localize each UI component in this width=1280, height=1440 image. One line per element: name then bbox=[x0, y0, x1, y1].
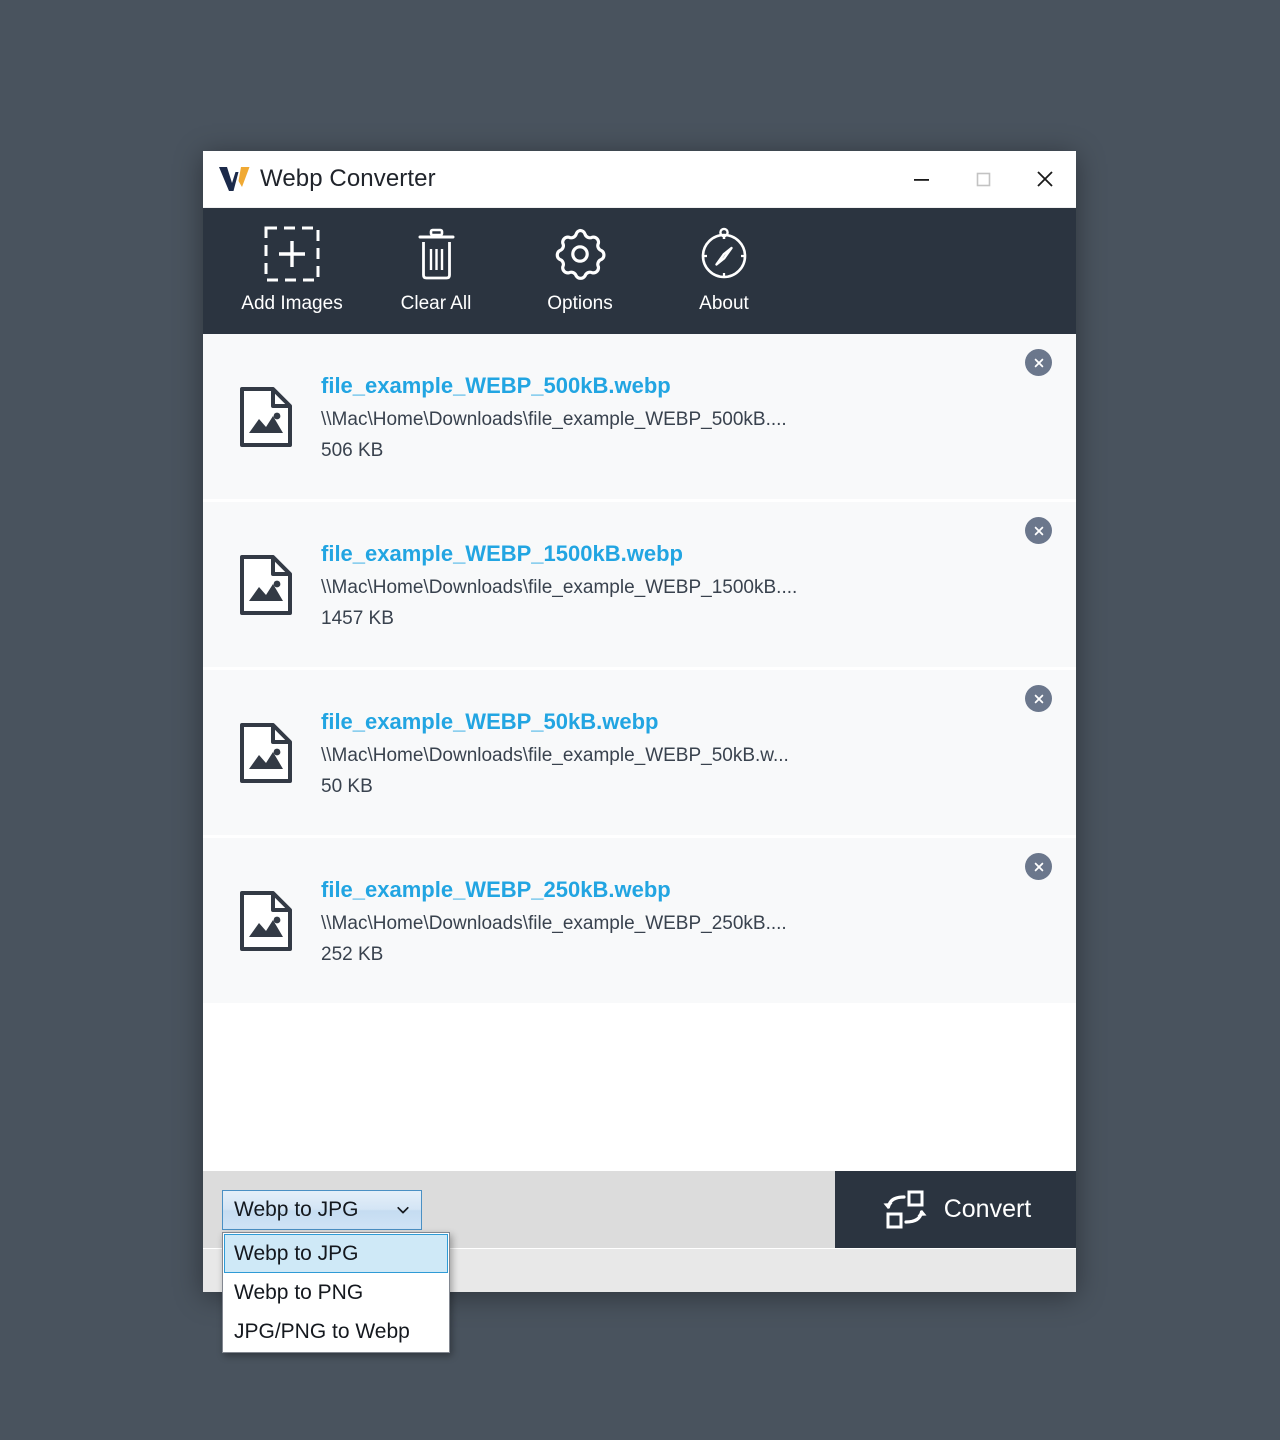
dropdown-option-jpg-png-to-webp[interactable]: JPG/PNG to Webp bbox=[224, 1312, 448, 1351]
add-images-label: Add Images bbox=[241, 293, 343, 314]
remove-file-button[interactable] bbox=[1025, 685, 1052, 712]
maximize-icon bbox=[976, 172, 991, 187]
remove-file-button[interactable] bbox=[1025, 853, 1052, 880]
image-file-icon bbox=[233, 386, 299, 448]
file-name[interactable]: file_example_WEBP_50kB.webp bbox=[321, 707, 1006, 737]
maximize-button[interactable] bbox=[952, 151, 1014, 207]
close-circle-icon bbox=[1034, 526, 1043, 535]
gear-icon bbox=[551, 224, 609, 284]
window-title: Webp Converter bbox=[260, 165, 436, 192]
toolbar: Add Images Clear All Options About bbox=[203, 208, 1076, 334]
webp-converter-logo-icon bbox=[219, 167, 250, 191]
file-path: \\Mac\Home\Downloads\file_example_WEBP_1… bbox=[321, 577, 798, 599]
minimize-button[interactable] bbox=[890, 151, 952, 207]
remove-file-button[interactable] bbox=[1025, 517, 1052, 544]
file-list-item[interactable]: file_example_WEBP_250kB.webp \\Mac\Home\… bbox=[203, 838, 1076, 1006]
file-list-item[interactable]: file_example_WEBP_500kB.webp \\Mac\Home\… bbox=[203, 334, 1076, 502]
remove-file-button[interactable] bbox=[1025, 349, 1052, 376]
about-label: About bbox=[699, 293, 749, 314]
about-button[interactable]: About bbox=[652, 224, 796, 315]
image-file-icon bbox=[233, 722, 299, 784]
image-file-icon bbox=[233, 890, 299, 952]
file-info: file_example_WEBP_500kB.webp \\Mac\Home\… bbox=[321, 371, 1076, 463]
format-select-value: Webp to JPG bbox=[234, 1197, 359, 1221]
close-icon bbox=[1037, 171, 1053, 187]
minimize-icon bbox=[914, 179, 929, 181]
chevron-down-icon bbox=[397, 1206, 409, 1213]
add-images-button[interactable]: Add Images bbox=[220, 224, 364, 315]
file-path: \\Mac\Home\Downloads\file_example_WEBP_5… bbox=[321, 745, 789, 767]
file-size: 1457 KB bbox=[321, 608, 394, 630]
file-path: \\Mac\Home\Downloads\file_example_WEBP_5… bbox=[321, 409, 787, 431]
app-window: Webp Converter Add Images Clear All Opti… bbox=[203, 151, 1076, 1292]
dropdown-option-webp-to-png[interactable]: Webp to PNG bbox=[224, 1273, 448, 1312]
file-name[interactable]: file_example_WEBP_500kB.webp bbox=[321, 371, 1006, 401]
close-button[interactable] bbox=[1014, 151, 1076, 207]
convert-cycle-icon bbox=[883, 1190, 927, 1228]
compass-icon bbox=[695, 224, 753, 284]
file-list-item[interactable]: file_example_WEBP_50kB.webp \\Mac\Home\D… bbox=[203, 670, 1076, 838]
file-name[interactable]: file_example_WEBP_1500kB.webp bbox=[321, 539, 1006, 569]
options-label: Options bbox=[547, 293, 613, 314]
file-size: 50 KB bbox=[321, 776, 373, 798]
convert-button[interactable]: Convert bbox=[835, 1171, 1076, 1248]
file-list-item[interactable]: file_example_WEBP_1500kB.webp \\Mac\Home… bbox=[203, 502, 1076, 670]
convert-label: Convert bbox=[943, 1195, 1032, 1223]
file-info: file_example_WEBP_50kB.webp \\Mac\Home\D… bbox=[321, 707, 1076, 799]
clear-all-label: Clear All bbox=[400, 293, 472, 314]
format-select-wrap: Webp to JPG bbox=[222, 1189, 422, 1230]
window-controls bbox=[890, 151, 1076, 207]
file-name[interactable]: file_example_WEBP_250kB.webp bbox=[321, 875, 1006, 905]
close-circle-icon bbox=[1034, 862, 1043, 871]
image-file-icon bbox=[233, 554, 299, 616]
file-size: 506 KB bbox=[321, 440, 384, 462]
add-images-icon bbox=[263, 224, 321, 284]
close-circle-icon bbox=[1034, 358, 1043, 367]
title-bar: Webp Converter bbox=[203, 151, 1076, 208]
file-info: file_example_WEBP_1500kB.webp \\Mac\Home… bbox=[321, 539, 1076, 631]
format-select[interactable]: Webp to JPG bbox=[222, 1189, 422, 1230]
options-button[interactable]: Options bbox=[508, 224, 652, 315]
format-dropdown-menu[interactable]: Webp to JPG Webp to PNG JPG/PNG to Webp bbox=[222, 1232, 450, 1353]
file-path: \\Mac\Home\Downloads\file_example_WEBP_2… bbox=[321, 913, 787, 935]
close-circle-icon bbox=[1034, 694, 1043, 703]
file-list[interactable]: file_example_WEBP_500kB.webp \\Mac\Home\… bbox=[203, 334, 1076, 1171]
dropdown-option-webp-to-jpg[interactable]: Webp to JPG bbox=[224, 1234, 448, 1273]
trash-icon bbox=[407, 224, 465, 284]
file-info: file_example_WEBP_250kB.webp \\Mac\Home\… bbox=[321, 875, 1076, 967]
clear-all-button[interactable]: Clear All bbox=[364, 224, 508, 315]
file-size: 252 KB bbox=[321, 944, 384, 966]
